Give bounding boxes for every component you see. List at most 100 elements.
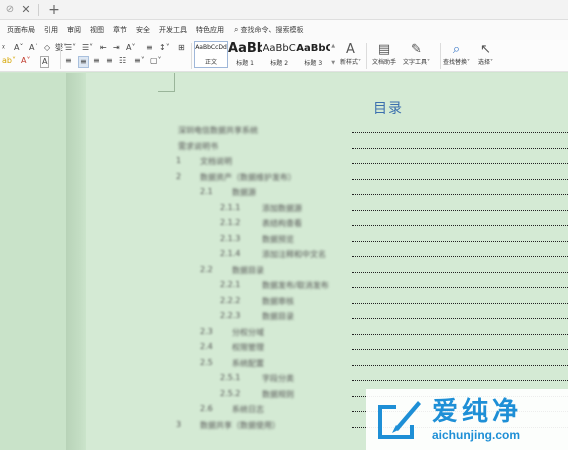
brand-watermark: 爱纯净 aichunjing.com <box>366 389 568 450</box>
brand-name: 爱纯净 <box>432 397 523 427</box>
toc-leader-dots <box>352 240 568 242</box>
distributed-icon[interactable]: ☷ <box>119 56 126 66</box>
decrease-indent-icon[interactable]: ⇤ <box>100 43 107 53</box>
line-spacing-icon[interactable]: ↕˅ <box>159 43 170 53</box>
style-label: 标题 2 <box>270 60 289 67</box>
toc-entry[interactable]: 2.2 数据目录 <box>0 265 568 277</box>
select-label: 选择˅ <box>478 59 494 66</box>
shrink-font-icon[interactable]: A˙ <box>29 43 38 53</box>
chinese-layout-icon[interactable]: A˅ <box>126 43 135 53</box>
toc-entry[interactable]: 1 文档说明 <box>0 156 568 168</box>
numbering-icon[interactable]: ☰˅ <box>82 43 93 53</box>
toc-leader-dots <box>352 380 568 381</box>
toc-leader-dots <box>352 256 568 257</box>
style-heading-2[interactable]: AaBbC 标题 2 <box>262 41 296 68</box>
tab-bar: ⊘ ✕ + <box>0 0 568 20</box>
new-style-button[interactable]: A 新样式˅ <box>340 42 361 68</box>
paragraph-spacing-icon[interactable]: ≡˅ <box>134 56 145 66</box>
toc-entry[interactable]: 2.5.1 字段分类 <box>0 373 568 385</box>
style-heading-1[interactable]: AaBb 标题 1 <box>228 41 262 68</box>
toc-entry-number: 2.2.1 <box>220 280 241 289</box>
toc-entry-number: 2.5 <box>200 357 213 367</box>
toc-entry[interactable]: 2.2.2 数据审核 <box>0 296 568 308</box>
toc-entry[interactable]: 2.1.2 表结构查看 <box>0 218 568 230</box>
justify-icon[interactable]: ≡ <box>106 56 113 66</box>
find-replace-button[interactable]: ⌕ 查找替换˅ <box>443 42 470 68</box>
style-preview: AaBbCcDd <box>195 44 227 51</box>
toc-entry-text: 分权分域 <box>232 327 264 337</box>
toc-leader-dots <box>352 333 568 335</box>
toc-leader-dots <box>352 178 568 180</box>
style-gallery-scroll[interactable]: ▲ ▼ <box>330 41 336 68</box>
menu-page-layout[interactable]: 页面布局 <box>7 25 35 35</box>
select-button[interactable]: ↖ 选择˅ <box>478 42 493 68</box>
toc-entry[interactable]: 2 数据资产（数据维护发布） <box>0 172 568 184</box>
toc-entry-text: 文档说明 <box>200 157 232 166</box>
toc-entry[interactable]: 需求说明书 <box>0 141 568 153</box>
text-tools-label: 文字工具˅ <box>403 59 431 66</box>
ribbon-separator <box>366 43 367 69</box>
ribbon: ᵡ Aˇ A˙ ◇ 燮˅ ab˅ A˅ A ☰˅ ☰˅ ⇤ ⇥ A˅ ≡ ↕˅ … <box>0 40 568 72</box>
align-right-icon[interactable]: ≡ <box>93 56 100 66</box>
align-center-icon[interactable]: ≡ <box>78 56 89 68</box>
toc-entry[interactable]: 2.1 数据源 <box>0 187 568 199</box>
grow-font-icon[interactable]: Aˇ <box>14 43 23 53</box>
char-border-icon[interactable]: A <box>40 56 50 68</box>
menu-security[interactable]: 安全 <box>136 25 150 35</box>
style-heading-3[interactable]: AaBbC 标题 3 <box>296 41 330 68</box>
toc-entry[interactable]: 深圳电信数据共享系统 <box>0 125 568 137</box>
font-color-icon[interactable]: A˅ <box>21 56 30 66</box>
menu-review[interactable]: 审阅 <box>67 25 81 35</box>
toc-leader-dots <box>352 349 568 350</box>
toc-entry-number: 2.5.1 <box>220 373 241 382</box>
menu-section[interactable]: 章节 <box>113 25 127 35</box>
toc-entry[interactable]: 2.4 权限管理 <box>0 342 568 354</box>
pin-icon[interactable]: ⊘ <box>4 2 16 18</box>
toc-entry-text: 数据资产（数据维护发布） <box>200 172 296 182</box>
highlight-color-icon[interactable]: ab˅ <box>2 56 16 66</box>
toc-entry[interactable]: 2.2.1 数据发布/取消发布 <box>0 280 568 292</box>
command-search-label: 查找命令、搜索模板 <box>240 26 304 34</box>
bullets-icon[interactable]: ☰˅ <box>65 43 76 53</box>
table-border-icon[interactable]: ⊞ <box>178 43 185 53</box>
chevron-down-icon[interactable]: ▼ <box>331 60 335 66</box>
doc-helper-button[interactable]: ▤ 文档助手 <box>372 42 396 68</box>
toc-entry[interactable]: 2.1.3 数据预览 <box>0 234 568 246</box>
cursor-icon: ↖ <box>480 42 491 57</box>
align-left-icon[interactable]: ≡ <box>65 56 72 66</box>
eraser-icon[interactable]: ◇ <box>44 43 50 53</box>
new-style-label: 新样式˅ <box>340 59 362 66</box>
increase-indent-icon[interactable]: ⇥ <box>113 43 120 53</box>
menu-bar: 页面布局 引用 审阅 视图 章节 安全 开发工具 特色应用 ⌕ 查找命令、搜索模… <box>0 20 568 40</box>
toc-entry[interactable]: 2.3 分权分域 <box>0 327 568 339</box>
toc-entry-number: 1 <box>176 156 182 165</box>
shading-icon[interactable]: ▢˅ <box>150 56 162 66</box>
toc-entry[interactable]: 2.2.3 数据目录 <box>0 311 568 323</box>
toc-entry-number: 2 <box>176 171 182 181</box>
toc-entry-text: 表结构查看 <box>262 219 302 228</box>
ribbon-separator <box>60 43 61 69</box>
new-tab-icon[interactable]: + <box>47 2 61 18</box>
menu-developer[interactable]: 开发工具 <box>159 25 187 35</box>
command-search[interactable]: ⌕ 查找命令、搜索模板 <box>234 25 303 35</box>
toc-entry[interactable]: 2.1.4 添加注释和中文名 <box>0 249 568 261</box>
close-tab-icon[interactable]: ✕ <box>20 2 32 18</box>
chevron-up-icon[interactable]: ▲ <box>331 43 335 49</box>
toc-entry[interactable]: 2.1.1 添加数据源 <box>0 203 568 215</box>
style-gallery: AaBbCcDd 正文 AaBb 标题 1 AaBbC 标题 2 AaBbC 标… <box>194 41 336 68</box>
text-tools-icon: ✎ <box>411 42 422 57</box>
new-style-icon: A <box>346 42 355 57</box>
menu-special-apps[interactable]: 特色应用 <box>196 25 224 35</box>
toc-entry-text: 系统日志 <box>232 405 264 414</box>
menu-view[interactable]: 视图 <box>90 25 104 35</box>
toc-entry-text: 权限管理 <box>232 343 264 352</box>
style-normal[interactable]: AaBbCcDd 正文 <box>194 41 228 68</box>
clear-format-icon[interactable]: ᵡ <box>2 43 5 53</box>
toc-entry-text: 添加注释和中文名 <box>262 250 326 259</box>
find-replace-label: 查找替换˅ <box>443 59 471 66</box>
text-tools-button[interactable]: ✎ 文字工具˅ <box>403 42 430 68</box>
sort-icon[interactable]: ≡ <box>146 43 153 53</box>
toc-entry[interactable]: 2.5 系统配置 <box>0 358 568 370</box>
menu-references[interactable]: 引用 <box>44 25 58 35</box>
toc-entry-text: 数据目录 <box>232 265 264 275</box>
